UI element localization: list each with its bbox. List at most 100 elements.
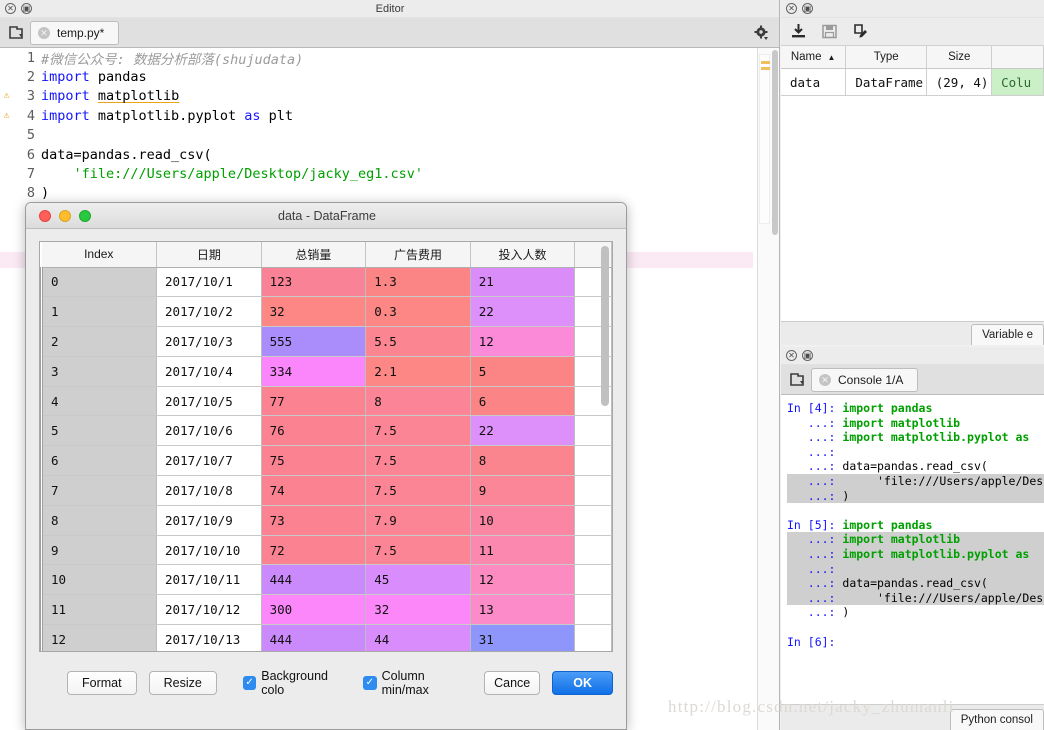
editor-tab-temp-py[interactable]: ✕ temp.py* — [30, 20, 120, 45]
table-row[interactable]: 11 2017/10/12 300 32 13 — [40, 594, 612, 626]
cell-ad-cost[interactable]: 45 — [365, 564, 471, 596]
table-row[interactable]: 5 2017/10/6 76 7.5 22 — [40, 415, 612, 447]
cell-sales[interactable]: 444 — [261, 564, 367, 596]
cell-index[interactable]: 9 — [40, 535, 158, 566]
close-icon[interactable]: ✕ — [786, 350, 797, 361]
undock-icon[interactable]: ▣ — [21, 3, 32, 14]
column-header-value[interactable] — [992, 46, 1044, 68]
cell-date[interactable]: 2017/10/8 — [156, 475, 262, 506]
cell-ad-cost[interactable]: 7.5 — [365, 445, 471, 477]
cell-ad-cost[interactable]: 2.1 — [365, 356, 471, 387]
cell-index[interactable]: 5 — [40, 415, 158, 447]
cell-ad-cost[interactable]: 0.3 — [365, 296, 471, 328]
tab-close-icon[interactable]: ✕ — [38, 26, 50, 39]
cell-ad-cost[interactable]: 5.5 — [365, 326, 471, 357]
cell-sales[interactable]: 32 — [261, 296, 367, 328]
cancel-button[interactable]: Cance — [484, 671, 541, 695]
column-header-people[interactable]: 投入人数 — [470, 242, 576, 268]
cell-sales[interactable]: 77 — [261, 386, 367, 417]
undock-icon[interactable]: ▣ — [802, 350, 813, 361]
resize-button[interactable]: Resize — [148, 671, 217, 695]
edit-data-icon[interactable] — [852, 23, 869, 40]
cell-index[interactable]: 2 — [40, 326, 158, 357]
cell-index[interactable]: 8 — [40, 505, 158, 536]
cell-people[interactable]: 9 — [470, 475, 576, 506]
cell-people[interactable]: 12 — [470, 564, 576, 596]
cell-ad-cost[interactable]: 1.3 — [365, 267, 471, 298]
options-gear-icon[interactable] — [753, 24, 771, 42]
cell-sales[interactable]: 444 — [261, 624, 367, 651]
browse-tabs-icon[interactable] — [789, 371, 807, 389]
cell-people[interactable]: 22 — [470, 415, 576, 447]
cell-index[interactable]: 1 — [40, 296, 158, 328]
cell-date[interactable]: 2017/10/7 — [156, 445, 262, 477]
cell-date[interactable]: 2017/10/1 — [156, 267, 262, 298]
column-header-index[interactable]: Index — [41, 242, 158, 268]
cell-sales[interactable]: 555 — [261, 326, 367, 357]
column-header-size[interactable]: Size — [927, 46, 993, 68]
cell-date[interactable]: 2017/10/4 — [156, 356, 262, 387]
table-row[interactable]: 7 2017/10/8 74 7.5 9 — [40, 475, 612, 506]
cell-sales[interactable]: 123 — [261, 267, 367, 298]
cell-index[interactable]: 10 — [40, 564, 158, 596]
browse-tabs-icon[interactable] — [8, 24, 26, 42]
cell-people[interactable]: 5 — [470, 356, 576, 387]
warning-triangle-icon[interactable]: ⚠ — [0, 91, 13, 101]
cell-ad-cost[interactable]: 8 — [365, 386, 471, 417]
table-row[interactable]: 2 2017/10/3 555 5.5 12 — [40, 326, 612, 357]
editor-scroll-column[interactable] — [757, 48, 779, 730]
tab-variable-explorer[interactable]: Variable e — [971, 324, 1044, 345]
cell-date[interactable]: 2017/10/12 — [156, 594, 262, 626]
dataframe-table-wrapper[interactable]: Index 日期 总销量 广告费用 投入人数 0 2017/10/1 123 1.3 2… — [39, 241, 613, 652]
cell-sales[interactable]: 300 — [261, 594, 367, 626]
table-row[interactable]: 6 2017/10/7 75 7.5 8 — [40, 445, 612, 477]
cell-people[interactable]: 8 — [470, 445, 576, 477]
cell-sales[interactable]: 76 — [261, 415, 367, 447]
column-header-ad-cost[interactable]: 广告费用 — [365, 242, 471, 268]
table-row[interactable]: 9 2017/10/10 72 7.5 11 — [40, 535, 612, 566]
cell-sales[interactable]: 334 — [261, 356, 367, 387]
table-row[interactable]: 3 2017/10/4 334 2.1 5 — [40, 356, 612, 387]
cell-index[interactable]: 6 — [40, 445, 158, 477]
dialog-title-bar[interactable]: data - DataFrame — [26, 203, 626, 229]
cell-ad-cost[interactable]: 7.5 — [365, 415, 471, 447]
cell-people[interactable]: 22 — [470, 296, 576, 328]
table-row[interactable]: 12 2017/10/13 444 44 31 — [40, 624, 612, 651]
cell-people[interactable]: 12 — [470, 326, 576, 357]
cell-date[interactable]: 2017/10/2 — [156, 296, 262, 328]
cell-date[interactable]: 2017/10/5 — [156, 386, 262, 417]
table-row[interactable]: 1 2017/10/2 32 0.3 22 — [40, 296, 612, 328]
cell-date[interactable]: 2017/10/3 — [156, 326, 262, 357]
cell-index[interactable]: 3 — [40, 356, 158, 387]
table-row[interactable]: 4 2017/10/5 77 8 6 — [40, 386, 612, 417]
cell-sales[interactable]: 73 — [261, 505, 367, 536]
cell-people[interactable]: 10 — [470, 505, 576, 536]
cell-ad-cost[interactable]: 44 — [365, 624, 471, 651]
cell-people[interactable]: 11 — [470, 535, 576, 566]
editor-vertical-scrollbar[interactable] — [772, 50, 778, 235]
column-minmax-checkbox[interactable]: ✓ Column min/max — [363, 669, 472, 697]
cell-people[interactable]: 6 — [470, 386, 576, 417]
variable-row-data[interactable]: data DataFrame (29, 4) Colu — [781, 69, 1044, 96]
cell-sales[interactable]: 74 — [261, 475, 367, 506]
cell-date[interactable]: 2017/10/6 — [156, 415, 262, 447]
console-tab-1a[interactable]: ✕ Console 1/A — [811, 367, 919, 392]
cell-date[interactable]: 2017/10/9 — [156, 505, 262, 536]
cell-date[interactable]: 2017/10/11 — [156, 564, 262, 596]
ok-button[interactable]: OK — [552, 671, 613, 695]
cell-people[interactable]: 31 — [470, 624, 576, 651]
warning-triangle-icon[interactable]: ⚠ — [0, 110, 13, 121]
save-data-icon[interactable] — [821, 23, 838, 40]
import-data-icon[interactable] — [790, 23, 807, 40]
cell-people[interactable]: 13 — [470, 594, 576, 626]
undock-icon[interactable]: ▣ — [802, 3, 813, 14]
cell-date[interactable]: 2017/10/10 — [156, 535, 262, 566]
cell-sales[interactable]: 72 — [261, 535, 367, 566]
dataframe-vertical-scrollbar[interactable] — [601, 246, 609, 406]
cell-sales[interactable]: 75 — [261, 445, 367, 477]
cell-ad-cost[interactable]: 7.9 — [365, 505, 471, 536]
column-header-name[interactable]: Name ▲ — [781, 46, 847, 68]
cell-index[interactable]: 7 — [40, 475, 158, 506]
column-header-date[interactable]: 日期 — [156, 242, 262, 268]
table-row[interactable]: 0 2017/10/1 123 1.3 21 — [40, 267, 612, 298]
